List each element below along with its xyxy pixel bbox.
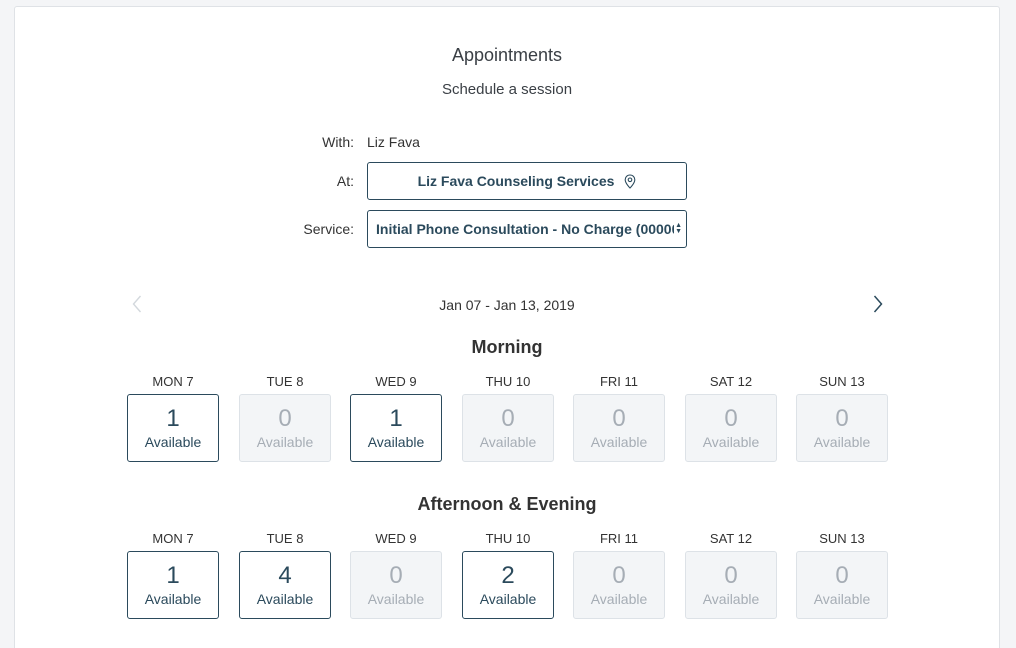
slot-count: 0 xyxy=(278,405,292,432)
slot-available-label: Available xyxy=(256,434,314,450)
time-slot-button[interactable]: 1 Available xyxy=(127,551,219,619)
time-slot-button[interactable]: 4 Available xyxy=(239,551,331,619)
day-column: TUE 8 4 Available xyxy=(239,530,331,619)
day-name: THU 10 xyxy=(485,374,531,389)
day-column: SUN 13 0 Available xyxy=(796,530,888,619)
slot-count: 0 xyxy=(612,562,626,589)
slot-count: 0 xyxy=(389,562,403,589)
chevron-right-icon xyxy=(873,295,883,313)
slot-count: 2 xyxy=(501,562,515,589)
slot-count: 0 xyxy=(835,405,849,432)
day-name: WED 9 xyxy=(375,374,417,389)
day-column: SAT 12 0 Available xyxy=(685,373,777,462)
time-slot-button: 0 Available xyxy=(796,394,888,462)
slot-count: 0 xyxy=(612,405,626,432)
slot-available-label: Available xyxy=(702,434,760,450)
day-column: MON 7 1 Available xyxy=(127,373,219,462)
day-name: FRI 11 xyxy=(599,374,639,389)
time-slot-button[interactable]: 1 Available xyxy=(127,394,219,462)
day-column: FRI 11 0 Available xyxy=(573,530,665,619)
day-name: TUE 8 xyxy=(266,374,304,389)
slot-count: 0 xyxy=(724,562,738,589)
location-button[interactable]: Liz Fava Counseling Services xyxy=(367,162,687,200)
scheduler-card: Appointments Schedule a session With: Li… xyxy=(14,6,1000,648)
slot-count: 1 xyxy=(166,562,180,589)
with-label: With: xyxy=(322,134,354,150)
day-name: WED 9 xyxy=(375,531,417,546)
week-range: Jan 07 - Jan 13, 2019 xyxy=(439,297,575,313)
slot-available-label: Available xyxy=(702,591,760,607)
day-column: THU 10 2 Available xyxy=(462,530,554,619)
provider-name: Liz Fava xyxy=(367,134,420,150)
slot-available-label: Available xyxy=(144,591,202,607)
time-slot-button: 0 Available xyxy=(573,394,665,462)
day-column: WED 9 1 Available xyxy=(350,373,442,462)
slot-available-label: Available xyxy=(813,434,871,450)
with-row: With: Liz Fava xyxy=(15,131,999,153)
time-slot-button: 0 Available xyxy=(239,394,331,462)
time-slot-button: 0 Available xyxy=(573,551,665,619)
location-label: Liz Fava Counseling Services xyxy=(417,173,615,189)
day-name: SUN 13 xyxy=(819,374,865,389)
slot-available-label: Available xyxy=(367,434,425,450)
service-selected-value: Initial Phone Consultation - No Charge (… xyxy=(376,221,675,237)
slot-count: 0 xyxy=(835,562,849,589)
time-slot-button[interactable]: 1 Available xyxy=(350,394,442,462)
at-label: At: xyxy=(336,173,354,189)
map-pin-icon xyxy=(624,173,636,189)
next-week-button[interactable] xyxy=(868,293,888,315)
day-name: TUE 8 xyxy=(266,531,304,546)
day-name: THU 10 xyxy=(485,531,531,546)
day-name: SUN 13 xyxy=(819,531,865,546)
day-name: SAT 12 xyxy=(709,374,753,389)
slot-available-label: Available xyxy=(367,591,425,607)
slot-available-label: Available xyxy=(590,434,648,450)
day-column: SAT 12 0 Available xyxy=(685,530,777,619)
slot-count: 0 xyxy=(501,405,515,432)
day-column: SUN 13 0 Available xyxy=(796,373,888,462)
page-title: Appointments xyxy=(451,45,563,65)
at-row: At: Liz Fava Counseling Services xyxy=(15,162,999,200)
day-name: MON 7 xyxy=(152,531,194,546)
service-row: Service: Initial Phone Consultation - No… xyxy=(15,210,999,248)
slot-available-label: Available xyxy=(479,434,537,450)
day-column: TUE 8 0 Available xyxy=(239,373,331,462)
slot-available-label: Available xyxy=(479,591,537,607)
day-name: SAT 12 xyxy=(709,531,753,546)
slot-count: 1 xyxy=(389,405,403,432)
morning-title: Morning xyxy=(471,337,543,357)
time-slot-button[interactable]: 2 Available xyxy=(462,551,554,619)
slot-available-label: Available xyxy=(813,591,871,607)
time-slot-button: 0 Available xyxy=(462,394,554,462)
day-name: MON 7 xyxy=(152,374,194,389)
slot-count: 1 xyxy=(166,405,180,432)
day-column: WED 9 0 Available xyxy=(350,530,442,619)
slot-count: 0 xyxy=(724,405,738,432)
day-name: FRI 11 xyxy=(599,531,639,546)
slot-available-label: Available xyxy=(144,434,202,450)
slot-available-label: Available xyxy=(590,591,648,607)
time-slot-button: 0 Available xyxy=(685,551,777,619)
service-label: Service: xyxy=(303,221,354,237)
day-column: FRI 11 0 Available xyxy=(573,373,665,462)
time-slot-button: 0 Available xyxy=(796,551,888,619)
service-select[interactable]: Initial Phone Consultation - No Charge (… xyxy=(367,210,687,248)
afternoon-title: Afternoon & Evening xyxy=(417,494,597,514)
slot-count: 4 xyxy=(278,562,292,589)
page-subtitle: Schedule a session xyxy=(441,81,573,98)
time-slot-button: 0 Available xyxy=(350,551,442,619)
day-column: THU 10 0 Available xyxy=(462,373,554,462)
slot-available-label: Available xyxy=(256,591,314,607)
week-navigation: Jan 07 - Jan 13, 2019 xyxy=(15,289,999,319)
day-column: MON 7 1 Available xyxy=(127,530,219,619)
select-arrows-icon: ▲ ▼ xyxy=(675,222,682,235)
time-slot-button: 0 Available xyxy=(685,394,777,462)
